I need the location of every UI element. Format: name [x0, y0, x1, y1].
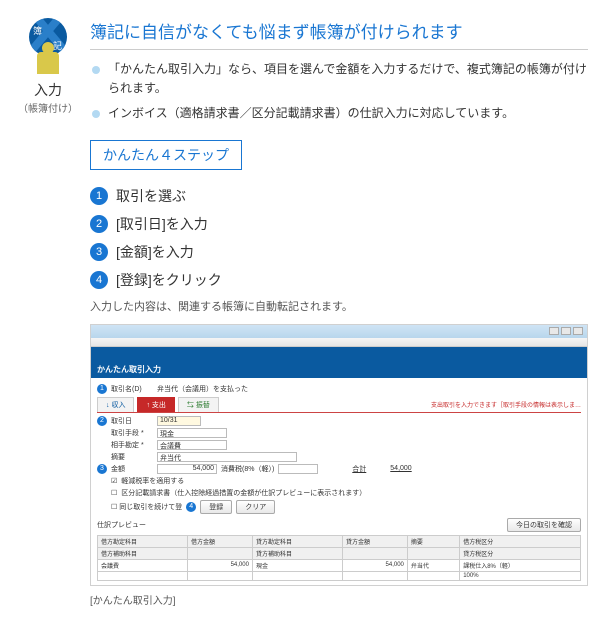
journal-table: 借方勘定科目 借方金額 貸方勘定科目 貸方金額 摘要 借方税区分 借方補助科目 … [97, 535, 581, 581]
panel-title: かんたん取引入力 [91, 361, 587, 378]
field-label: 取引日 [111, 416, 153, 426]
sidebar-sublabel: （帳簿付け） [12, 100, 84, 115]
step-item: 4[登録]をクリック [90, 270, 588, 290]
window-titlebar [91, 325, 587, 338]
main-content: 簿記に自信がなくても悩まず帳簿が付けられます 「かんたん取引入力」なら、項目を選… [84, 18, 588, 607]
bullet-item: インボイス（適格請求書／区分記載請求書）の仕訳入力に対応しています。 [90, 104, 588, 123]
step-item: 1取引を選ぶ [90, 186, 588, 206]
preview-label: 仕訳プレビュー [97, 520, 146, 530]
summary-input[interactable]: 弁当代 [157, 452, 297, 462]
screenshot-caption: [かんたん取引入力] [90, 592, 588, 607]
field-label: 摘要 [111, 452, 153, 462]
checkbox-row[interactable]: ☐ 同じ取引を続けて登 [111, 502, 182, 512]
tab-income[interactable]: ↓ 収入 [97, 397, 134, 412]
field-label: 相手勘定 * [111, 440, 153, 450]
bullet-text: インボイス（適格請求書／区分記載請求書）の仕訳入力に対応しています。 [108, 104, 514, 123]
app-screenshot: かんたん取引入力 1 取引名(D) 弁当代（会議用）を支払った ↓ 収入 ↑ 支… [90, 324, 588, 586]
red-note: 支出取引を入力できます［取引手段の情報は表示しま… [431, 400, 581, 409]
checkbox-row[interactable]: ☐ 区分記載請求書（仕入控除経過措置の金額が仕訳プレビューに表示されます） [97, 488, 581, 498]
marker-2-icon: 2 [97, 416, 107, 426]
sidebar-label: 入力 [12, 80, 84, 100]
tab-expense[interactable]: ↑ 支出 [137, 397, 174, 412]
logo: 簿 記 [12, 18, 84, 74]
bullet-icon [92, 110, 100, 118]
sidebar: 簿 記 入力 （帳簿付け） [12, 18, 84, 607]
marker-1-icon: 1 [97, 384, 107, 394]
tax-label: 消費税(8%（軽）) [221, 464, 274, 474]
clear-button[interactable]: クリア [236, 500, 275, 514]
field-value: 弁当代（会議用）を支払った [157, 384, 248, 394]
total-label: 合計 [352, 464, 366, 474]
logo-char2: 記 [53, 39, 62, 52]
marker-4-icon: 4 [186, 502, 196, 512]
means-input[interactable]: 現金 [157, 428, 227, 438]
menubar [91, 338, 587, 347]
step-number-icon: 3 [90, 243, 108, 261]
window-buttons [549, 327, 583, 335]
field-label: 取引手段 * [111, 428, 153, 438]
step-number-icon: 1 [90, 187, 108, 205]
tax-input[interactable] [278, 464, 318, 474]
note-text: 入力した内容は、関連する帳簿に自動転記されます。 [90, 298, 588, 314]
bullet-icon [92, 66, 100, 74]
tabs-row: ↓ 収入 ↑ 支出 ⇆ 振替 支出取引を入力できます［取引手段の情報は表示しま… [97, 397, 581, 413]
step-number-icon: 4 [90, 271, 108, 289]
date-input[interactable]: 10/31 [157, 416, 201, 426]
today-button[interactable]: 今日の取引を確認 [507, 518, 581, 532]
field-label: 金額 [111, 464, 153, 474]
logo-char1: 簿 [33, 24, 42, 37]
field-label: 取引名(D) [111, 384, 153, 394]
total-value: 54,000 [390, 465, 411, 472]
step-item: 2[取引日]を入力 [90, 214, 588, 234]
step-badge: かんたん４ステップ [90, 140, 242, 170]
steps-list: 1取引を選ぶ 2[取引日]を入力 3[金額]を入力 4[登録]をクリック [90, 186, 588, 290]
step-number-icon: 2 [90, 215, 108, 233]
register-button[interactable]: 登録 [200, 500, 232, 514]
marker-3-icon: 3 [97, 464, 107, 474]
person-icon [37, 52, 59, 74]
toolbar-blue [91, 347, 587, 361]
step-item: 3[金額]を入力 [90, 242, 588, 262]
bullet-item: 「かんたん取引入力」なら、項目を選んで金額を入力するだけで、複式簿記の帳簿が付け… [90, 60, 588, 98]
tab-transfer[interactable]: ⇆ 振替 [178, 397, 219, 412]
checkbox-row[interactable]: ☑ 軽減税率を適用する [97, 476, 581, 486]
bullet-text: 「かんたん取引入力」なら、項目を選んで金額を入力するだけで、複式簿記の帳簿が付け… [108, 60, 588, 98]
amount-input[interactable]: 54,000 [157, 464, 217, 474]
page-heading: 簿記に自信がなくても悩まず帳簿が付けられます [90, 18, 588, 50]
against-input[interactable]: 会議費 [157, 440, 227, 450]
